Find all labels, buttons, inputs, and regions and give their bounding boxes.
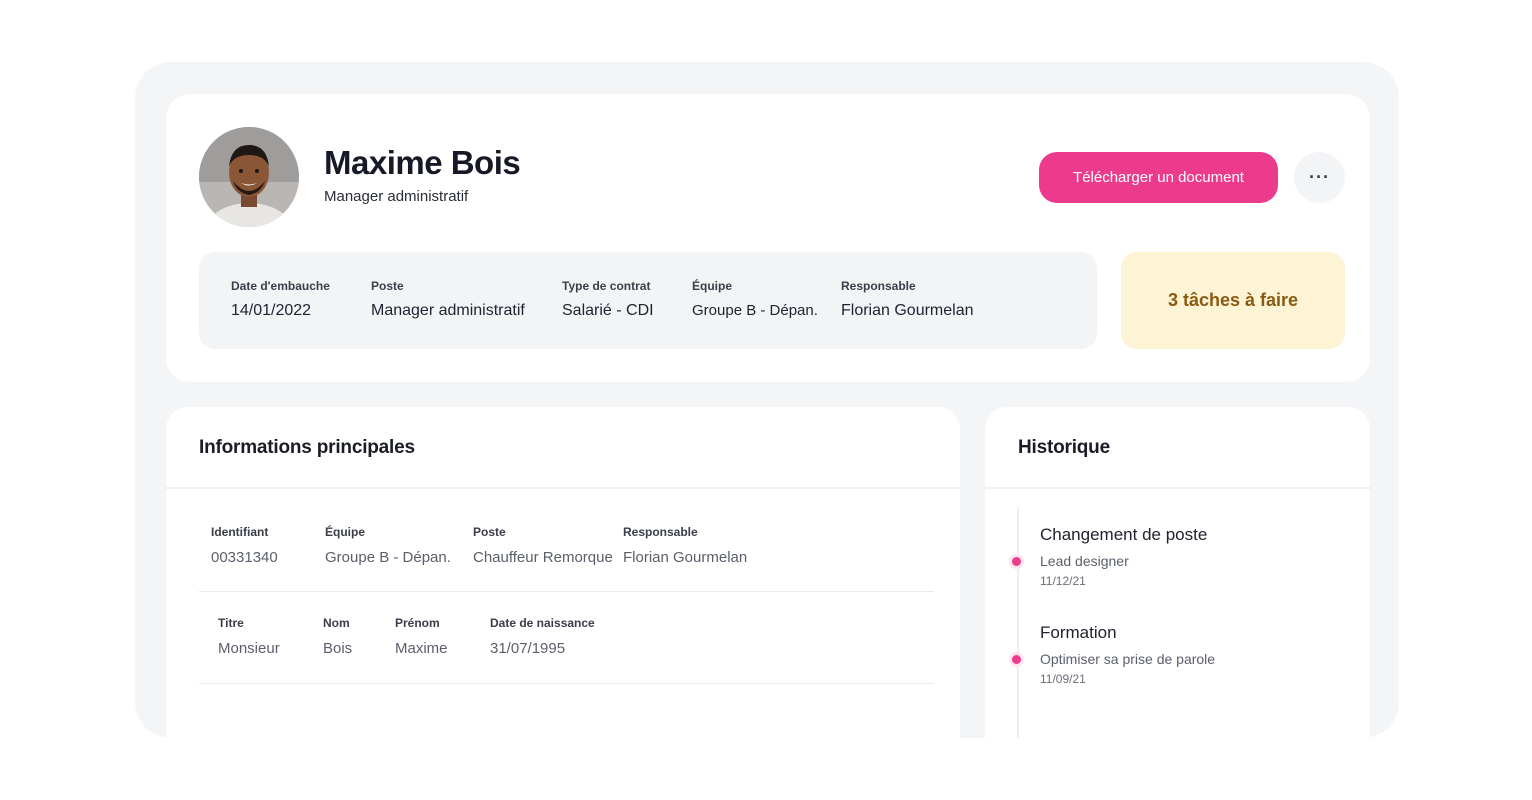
field-position: Poste Chauffeur Remorque [473,525,613,566]
app-frame: Maxime Bois Manager administratif Téléch… [135,62,1399,738]
field-value: Groupe B - Dépan. [325,549,451,566]
tasks-to-do-badge[interactable]: 3 tâches à faire [1121,252,1345,349]
summary-label: Responsable [841,279,916,293]
profile-header-card: Maxime Bois Manager administratif Téléch… [166,94,1370,382]
summary-value: Florian Gourmelan [841,302,974,319]
timeline-item-title: Changement de poste [1040,525,1208,544]
summary-value: Groupe B - Dépan. [692,302,818,319]
field-value: Monsieur [218,640,280,657]
timeline-item-subtitle: Lead designer [1040,553,1129,569]
timeline-item-date: 11/12/21 [1040,574,1086,588]
field-last-name: Nom Bois [323,616,352,657]
summary-team: Équipe Groupe B - Dépan. [692,279,818,319]
avatar [199,127,299,227]
field-label: Poste [473,525,506,539]
timeline-line [1017,507,1019,738]
summary-hire-date: Date d'embauche 14/01/2022 [231,279,330,320]
field-title: Titre Monsieur [218,616,280,657]
field-value: Bois [323,640,353,657]
summary-label: Poste [371,279,404,293]
field-label: Titre [218,616,244,630]
divider [166,487,960,489]
summary-manager: Responsable Florian Gourmelan [841,279,974,320]
history-card-title: Historique [1018,437,1110,458]
summary-value: Manager administratif [371,302,525,319]
profile-name: Maxime Bois [324,144,521,181]
summary-label: Date d'embauche [231,279,330,293]
field-label: Prénom [395,616,440,630]
field-label: Date de naissance [490,616,595,630]
field-value: Maxime [395,640,448,657]
timeline-dot-icon [1012,655,1021,664]
divider [985,487,1370,489]
more-options-button[interactable]: ··· [1294,152,1345,203]
field-label: Identifiant [211,525,269,539]
summary-value: Salarié - CDI [562,302,654,319]
field-identifier: Identifiant 00331340 [211,525,278,566]
timeline-item[interactable]: Formation Optimiser sa prise de parole 1… [1012,623,1216,686]
employment-summary: Date d'embauche 14/01/2022 Poste Manager… [199,252,1097,349]
divider [199,683,934,684]
divider [199,591,934,592]
field-birth-date: Date de naissance 31/07/1995 [490,616,595,657]
summary-contract-type: Type de contrat Salarié - CDI [562,279,654,320]
more-horizontal-icon: ··· [1309,167,1330,187]
field-manager: Responsable Florian Gourmelan [623,525,747,566]
timeline-dot-icon [1012,557,1021,566]
info-card-title: Informations principales [199,437,415,458]
avatar-photo [199,127,299,227]
timeline-item-subtitle: Optimiser sa prise de parole [1040,651,1216,667]
main-info-card: Informations principales Identifiant 003… [166,407,960,738]
summary-position: Poste Manager administratif [371,279,525,320]
timeline-item-title: Formation [1040,623,1117,642]
field-team: Équipe Groupe B - Dépan. [325,525,451,566]
field-label: Nom [323,616,350,630]
summary-value: 14/01/2022 [231,302,312,319]
summary-label: Type de contrat [562,279,651,293]
field-label: Équipe [325,525,366,539]
download-document-button[interactable]: Télécharger un document [1039,152,1278,203]
field-first-name: Prénom Maxime [395,616,448,657]
field-value: 00331340 [211,549,278,566]
history-card: Historique Changement de poste Lead desi… [985,407,1370,738]
timeline-item-date: 11/09/21 [1040,672,1086,686]
field-value: Chauffeur Remorque [473,549,613,566]
summary-label: Équipe [692,279,733,293]
profile-role: Manager administratif [324,188,469,205]
timeline-item[interactable]: Changement de poste Lead designer 11/12/… [1012,525,1208,588]
field-label: Responsable [623,525,698,539]
field-value: Florian Gourmelan [623,549,748,566]
field-value: 31/07/1995 [490,640,566,657]
